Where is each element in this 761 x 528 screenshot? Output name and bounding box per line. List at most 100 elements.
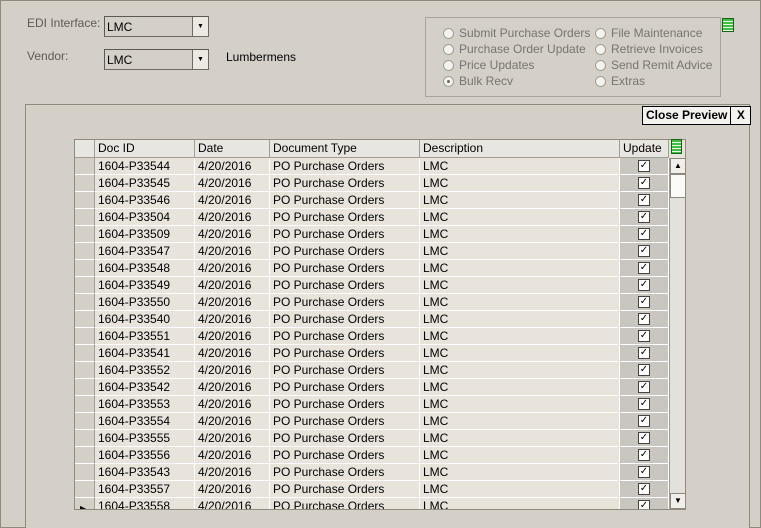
cell-description[interactable]: LMC [420,158,620,175]
cell-date[interactable]: 4/20/2016 [195,379,270,396]
table-row[interactable]: 1604-P33552 4/20/2016 PO Purchase Orders LM… [75,362,669,379]
cell-doc-id[interactable]: 1604-P33544 [95,158,195,175]
row-selector[interactable] [75,464,95,481]
cell-doc-id[interactable]: 1604-P33555 [95,430,195,447]
row-selector[interactable]: ▶ [75,498,95,509]
chevron-down-icon[interactable]: ▼ [192,17,208,36]
cell-date[interactable]: 4/20/2016 [195,311,270,328]
table-row[interactable]: 1604-P33545 4/20/2016 PO Purchase Orders LM… [75,175,669,192]
row-selector[interactable] [75,311,95,328]
cell-doc-id[interactable]: 1604-P33540 [95,311,195,328]
cell-description[interactable]: LMC [420,396,620,413]
cell-document-type[interactable]: PO Purchase Orders [270,243,420,260]
cell-document-type[interactable]: PO Purchase Orders [270,311,420,328]
cell-description[interactable]: LMC [420,294,620,311]
column-header-doc-id[interactable]: Doc ID [95,140,195,158]
cell-description[interactable]: LMC [420,192,620,209]
table-row[interactable]: 1604-P33546 4/20/2016 PO Purchase Orders LM… [75,192,669,209]
checkmark-icon[interactable]: ✓ [638,347,650,359]
cell-description[interactable]: LMC [420,209,620,226]
checkmark-icon[interactable]: ✓ [638,262,650,274]
cell-document-type[interactable]: PO Purchase Orders [270,209,420,226]
cell-description[interactable]: LMC [420,498,620,509]
row-selector[interactable] [75,481,95,498]
cell-date[interactable]: 4/20/2016 [195,260,270,277]
cell-doc-id[interactable]: 1604-P33545 [95,175,195,192]
table-row[interactable]: 1604-P33544 4/20/2016 PO Purchase Orders LM… [75,158,669,175]
scroll-down-icon[interactable]: ▼ [670,493,685,509]
cell-description[interactable]: LMC [420,464,620,481]
table-row[interactable]: 1604-P33551 4/20/2016 PO Purchase Orders LM… [75,328,669,345]
cell-date[interactable]: 4/20/2016 [195,430,270,447]
scroll-thumb[interactable] [670,174,685,198]
cell-document-type[interactable]: PO Purchase Orders [270,192,420,209]
row-selector[interactable] [75,294,95,311]
cell-document-type[interactable]: PO Purchase Orders [270,328,420,345]
cell-date[interactable]: 4/20/2016 [195,447,270,464]
row-selector[interactable] [75,379,95,396]
cell-date[interactable]: 4/20/2016 [195,413,270,430]
table-row[interactable]: 1604-P33509 4/20/2016 PO Purchase Orders LM… [75,226,669,243]
cell-document-type[interactable]: PO Purchase Orders [270,260,420,277]
close-preview-button[interactable]: Close Preview [642,106,732,125]
cell-date[interactable]: 4/20/2016 [195,192,270,209]
checkmark-icon[interactable]: ✓ [638,364,650,376]
cell-document-type[interactable]: PO Purchase Orders [270,294,420,311]
radio-icon[interactable] [443,44,454,55]
checkmark-icon[interactable]: ✓ [638,279,650,291]
row-selector[interactable] [75,413,95,430]
checkmark-icon[interactable]: ✓ [638,211,650,223]
table-row[interactable]: 1604-P33549 4/20/2016 PO Purchase Orders LM… [75,277,669,294]
cell-doc-id[interactable]: 1604-P33551 [95,328,195,345]
cell-doc-id[interactable]: 1604-P33542 [95,379,195,396]
checkmark-icon[interactable]: ✓ [638,177,650,189]
row-selector[interactable] [75,209,95,226]
list-menu-icon[interactable] [722,18,734,32]
row-selector[interactable] [75,362,95,379]
checkmark-icon[interactable]: ✓ [638,245,650,257]
checkmark-icon[interactable]: ✓ [638,466,650,478]
row-selector[interactable] [75,192,95,209]
row-selector[interactable] [75,430,95,447]
table-row[interactable]: 1604-P33540 4/20/2016 PO Purchase Orders LM… [75,311,669,328]
cell-description[interactable]: LMC [420,447,620,464]
cell-description[interactable]: LMC [420,430,620,447]
chevron-down-icon[interactable]: ▼ [192,50,208,69]
checkmark-icon[interactable]: ✓ [638,313,650,325]
cell-description[interactable]: LMC [420,481,620,498]
cell-doc-id[interactable]: 1604-P33548 [95,260,195,277]
row-selector[interactable] [75,447,95,464]
cell-document-type[interactable]: PO Purchase Orders [270,396,420,413]
cell-doc-id[interactable]: 1604-P33554 [95,413,195,430]
table-row[interactable]: 1604-P33553 4/20/2016 PO Purchase Orders LM… [75,396,669,413]
checkmark-icon[interactable]: ✓ [638,432,650,444]
grid-columns-menu-icon[interactable] [671,139,682,154]
cell-description[interactable]: LMC [420,277,620,294]
radio-icon[interactable] [595,28,606,39]
cell-date[interactable]: 4/20/2016 [195,481,270,498]
table-row[interactable]: 1604-P33542 4/20/2016 PO Purchase Orders LM… [75,379,669,396]
table-row[interactable]: 1604-P33547 4/20/2016 PO Purchase Orders LM… [75,243,669,260]
vertical-scrollbar[interactable]: ▲ ▼ [669,158,685,509]
cell-date[interactable]: 4/20/2016 [195,175,270,192]
cell-description[interactable]: LMC [420,311,620,328]
cell-document-type[interactable]: PO Purchase Orders [270,498,420,509]
cell-description[interactable]: LMC [420,260,620,277]
cell-date[interactable]: 4/20/2016 [195,362,270,379]
cell-doc-id[interactable]: 1604-P33504 [95,209,195,226]
radio-selected-icon[interactable] [443,76,454,87]
cell-doc-id[interactable]: 1604-P33550 [95,294,195,311]
column-header-document-type[interactable]: Document Type [270,140,420,158]
cell-document-type[interactable]: PO Purchase Orders [270,413,420,430]
cell-document-type[interactable]: PO Purchase Orders [270,447,420,464]
cell-document-type[interactable]: PO Purchase Orders [270,175,420,192]
row-selector[interactable] [75,260,95,277]
cell-document-type[interactable]: PO Purchase Orders [270,345,420,362]
cell-doc-id[interactable]: 1604-P33556 [95,447,195,464]
table-row[interactable]: 1604-P33548 4/20/2016 PO Purchase Orders LM… [75,260,669,277]
cell-doc-id[interactable]: 1604-P33541 [95,345,195,362]
table-row[interactable]: 1604-P33556 4/20/2016 PO Purchase Orders LM… [75,447,669,464]
table-row[interactable]: ▶ 1604-P33558 4/20/2016 PO Purchase Orders L… [75,498,669,509]
column-header-date[interactable]: Date [195,140,270,158]
cell-date[interactable]: 4/20/2016 [195,328,270,345]
